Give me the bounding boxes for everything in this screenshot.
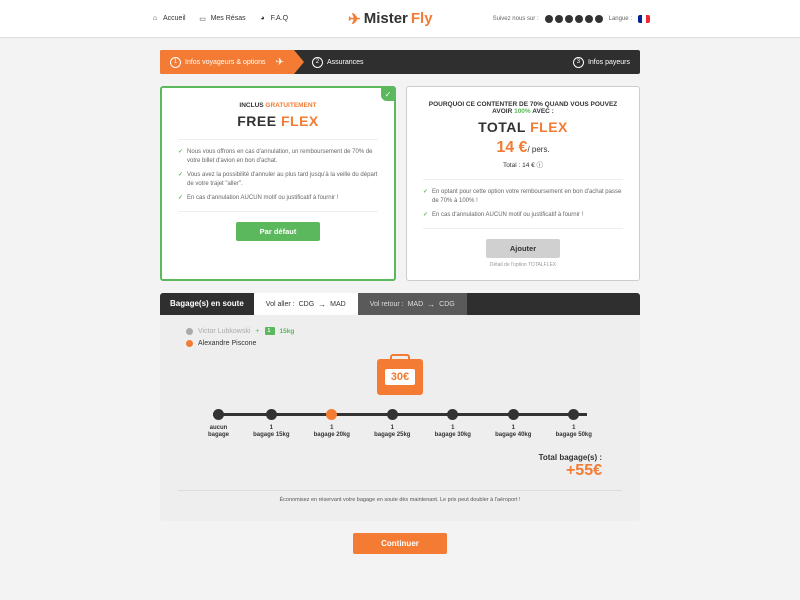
default-button[interactable]: Par défaut <box>236 222 321 241</box>
radio-icon <box>186 328 193 335</box>
slider-option[interactable]: 1bagage 20kg <box>314 409 350 439</box>
feature-item: ✓En cas d'annulation AUCUN motif ou just… <box>423 211 623 220</box>
total-price: 14 €/ pers. <box>423 139 623 157</box>
slider-option[interactable]: 1bagage 15kg <box>253 409 289 439</box>
check-icon: ✓ <box>178 171 183 189</box>
continue-button[interactable]: Continuer <box>353 533 447 554</box>
main-nav: ⌂Accueil ▭Mes Résas ◕F.A.Q <box>150 14 288 24</box>
dot-icon <box>568 409 579 420</box>
dot-label: 1bagage 30kg <box>435 425 471 439</box>
suitcase-icon: 30€ <box>377 359 423 395</box>
chat-icon: ◕ <box>258 14 268 24</box>
slider-option[interactable]: 1bagage 30kg <box>435 409 471 439</box>
social-icon[interactable] <box>585 15 593 23</box>
dot-icon <box>213 409 224 420</box>
baggage-note: Économisez en réservant votre bagage en … <box>178 490 622 509</box>
suitcase-price: 30€ <box>385 369 415 385</box>
check-icon: ✓ <box>423 188 428 206</box>
arrow-right-icon: → <box>318 300 326 309</box>
total-baggage-price: +55€ <box>198 462 602 480</box>
social-icon[interactable] <box>595 15 603 23</box>
langue-label: Langue : <box>609 16 632 22</box>
check-badge-icon: ✓ <box>381 87 395 101</box>
free-subtitle: INCLUS GRATUITEMENT <box>178 102 378 109</box>
dot-label: 1bagage 40kg <box>495 425 531 439</box>
passenger-row[interactable]: Alexandre Piscone <box>186 340 622 347</box>
tab-retour[interactable]: Vol retour :MAD→CDG <box>358 293 467 315</box>
tab-aller[interactable]: Vol aller :CDG→MAD <box>254 293 358 315</box>
logo[interactable]: ✈MisterFly <box>348 10 432 28</box>
slider-option[interactable]: 1bagage 50kg <box>556 409 592 439</box>
dot-label: 1bagage 50kg <box>556 425 592 439</box>
baggage-title: Bagage(s) en soute <box>160 293 254 315</box>
slider-option[interactable]: 1bagage 25kg <box>374 409 410 439</box>
home-icon: ⌂ <box>150 14 160 24</box>
dot-label: 1bagage 25kg <box>374 425 410 439</box>
logo-icon: ✈ <box>348 10 361 28</box>
nav-resas[interactable]: ▭Mes Résas <box>198 14 246 24</box>
free-title: FREE FLEX <box>178 113 378 129</box>
plane-icon: ✈ <box>276 57 284 68</box>
baggage-slider[interactable]: aucunbagage 1bagage 15kg 1bagage 20kg 1baga… <box>208 409 592 439</box>
check-icon: ✓ <box>178 194 183 203</box>
slider-option[interactable]: 1bagage 40kg <box>495 409 531 439</box>
ticket-icon: ▭ <box>198 14 208 24</box>
baggage-section: Bagage(s) en soute Vol aller :CDG→MAD Vo… <box>160 293 640 521</box>
social-icon[interactable] <box>545 15 553 23</box>
check-icon: ✓ <box>178 148 183 166</box>
feature-item: ✓Nous vous offrons en cas d'annulation, … <box>178 148 378 166</box>
feature-item: ✓Vous avez la possibilité d'annuler au p… <box>178 171 378 189</box>
total-note[interactable]: Détail de l'option TOTALFLEX <box>423 262 623 268</box>
total-subtitle: POURQUOI CE CONTENTER DE 70% QUAND VOUS … <box>423 101 623 115</box>
feature-item: ✓En optant pour cette option votre rembo… <box>423 188 623 206</box>
step-1[interactable]: 1Infos voyageurs & options✈ <box>160 50 294 74</box>
slider-option[interactable]: aucunbagage <box>208 409 229 439</box>
social-icon[interactable] <box>575 15 583 23</box>
radio-icon <box>186 340 193 347</box>
dot-label: aucunbagage <box>208 425 229 439</box>
checkout-steps: 1Infos voyageurs & options✈ 2Assurances … <box>160 50 640 74</box>
dot-icon <box>508 409 519 420</box>
step-3[interactable]: 3Infos payeurs <box>563 50 640 74</box>
check-icon: ✓ <box>423 211 428 220</box>
nav-home[interactable]: ⌂Accueil <box>150 14 186 24</box>
add-button[interactable]: Ajouter <box>486 239 560 258</box>
total-flex-card: POURQUOI CE CONTENTER DE 70% QUAND VOUS … <box>406 86 640 281</box>
dot-label: 1bagage 15kg <box>253 425 289 439</box>
dot-icon <box>447 409 458 420</box>
dot-label: 1bagage 20kg <box>314 425 350 439</box>
bag-icon <box>265 327 275 335</box>
feature-item: ✓En cas d'annulation AUCUN motif ou just… <box>178 194 378 203</box>
social-icon[interactable] <box>555 15 563 23</box>
step-2[interactable]: 2Assurances <box>294 50 374 74</box>
plus-icon: + <box>255 328 259 335</box>
free-flex-card: ✓ INCLUS GRATUITEMENT FREE FLEX ✓Nous vo… <box>160 86 396 281</box>
dot-icon <box>326 409 337 420</box>
follow-label: Suivez nous sur : <box>493 16 539 22</box>
social-icon[interactable] <box>565 15 573 23</box>
total-title: TOTAL FLEX <box>423 119 623 135</box>
flag-fr-icon[interactable] <box>638 15 650 23</box>
nav-faq[interactable]: ◕F.A.Q <box>258 14 289 24</box>
total-line: Total : 14 € ⓘ <box>423 159 623 169</box>
passenger-row[interactable]: Victor Lubkowski+15kg <box>186 327 622 335</box>
total-baggage-label: Total bagage(s) : <box>198 453 602 462</box>
dot-icon <box>266 409 277 420</box>
dot-icon <box>387 409 398 420</box>
arrow-right-icon: → <box>427 300 435 309</box>
header: ⌂Accueil ▭Mes Résas ◕F.A.Q ✈MisterFly Su… <box>0 0 800 38</box>
social-icons <box>545 15 603 23</box>
